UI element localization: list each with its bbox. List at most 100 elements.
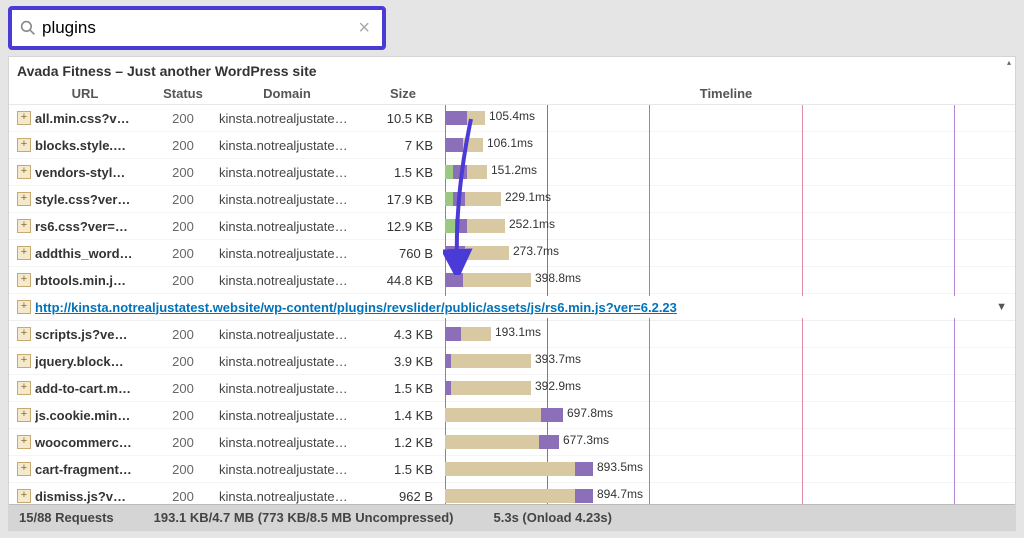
expand-icon[interactable]: + [17, 219, 31, 233]
cell-status: 200 [153, 462, 213, 477]
expand-icon[interactable]: + [17, 381, 31, 395]
cell-status: 200 [153, 327, 213, 342]
cell-url[interactable]: jquery.block… [35, 354, 153, 369]
cell-url[interactable]: add-to-cart.m… [35, 381, 153, 396]
cell-domain: kinsta.notrealjustate… [213, 354, 361, 369]
cell-timeline: 677.3ms [445, 432, 1007, 452]
full-url-link[interactable]: http://kinsta.notrealjustatest.website/w… [35, 300, 988, 315]
request-row[interactable]: +dismiss.js?v…200kinsta.notrealjustate…9… [9, 483, 1015, 504]
search-bar: × [8, 6, 1016, 50]
request-panel: Avada Fitness – Just another WordPress s… [8, 56, 1016, 531]
cell-status: 200 [153, 435, 213, 450]
cell-url[interactable]: rbtools.min.j… [35, 273, 153, 288]
request-rows: +all.min.css?v…200kinsta.notrealjustate…… [9, 105, 1015, 504]
request-row[interactable]: + cart-fragment…200kinsta.notrealjustate…… [9, 456, 1015, 483]
cell-url[interactable]: js.cookie.min… [35, 408, 153, 423]
request-row[interactable]: + jquery.block…200kinsta.notrealjustate… 3… [9, 348, 1015, 375]
status-requests: 15/88 Requests [19, 510, 114, 525]
cell-size: 17.9 KB [361, 192, 445, 207]
expand-icon[interactable]: + [17, 138, 31, 152]
header-domain[interactable]: Domain [213, 86, 361, 101]
cell-url[interactable]: rs6.css?ver=… [35, 219, 153, 234]
search-input[interactable] [42, 18, 354, 38]
cell-timeline: 229.1ms [445, 189, 1007, 209]
search-box[interactable]: × [8, 6, 386, 50]
cell-size: 1.5 KB [361, 165, 445, 180]
table-headers: URL Status Domain Size Timeline [9, 83, 1015, 105]
cell-status: 200 [153, 381, 213, 396]
expand-icon[interactable]: + [17, 435, 31, 449]
cell-domain: kinsta.notrealjustate… [213, 219, 361, 234]
cell-status: 200 [153, 354, 213, 369]
cell-url[interactable]: scripts.js?ve… [35, 327, 153, 342]
cell-url[interactable]: addthis_word… [35, 246, 153, 261]
request-row[interactable]: +vendors-styl…200kinsta.notrealjustate…1… [9, 159, 1015, 186]
expand-icon[interactable]: + [17, 246, 31, 260]
request-row[interactable]: + all.min.css?v…200kinsta.notrealjustate…… [9, 105, 1015, 132]
cell-url[interactable]: woocommerc… [35, 435, 153, 450]
cell-status: 200 [153, 165, 213, 180]
cell-status: 200 [153, 111, 213, 126]
request-row[interactable]: + woocommerc…200kinsta.notrealjustate…1.2… [9, 429, 1015, 456]
cell-url[interactable]: dismiss.js?v… [35, 489, 153, 504]
cell-size: 1.5 KB [361, 462, 445, 477]
cell-url[interactable]: vendors-styl… [35, 165, 153, 180]
cell-domain: kinsta.notrealjustate… [213, 489, 361, 504]
cell-domain: kinsta.notrealjustate… [213, 462, 361, 477]
cell-domain: kinsta.notrealjustate… [213, 192, 361, 207]
request-row[interactable]: +addthis_word…200kinsta.notrealjustate…7… [9, 240, 1015, 267]
cell-size: 12.9 KB [361, 219, 445, 234]
expanded-request-row[interactable]: + http://kinsta.notrealjustatest.website/… [9, 294, 1015, 321]
request-row[interactable]: +add-to-cart.m…200kinsta.notrealjustate…… [9, 375, 1015, 402]
cell-domain: kinsta.notrealjustate… [213, 246, 361, 261]
request-row[interactable]: +rbtools.min.j…200kinsta.notrealjustate…… [9, 267, 1015, 294]
request-row[interactable]: +js.cookie.min…200kinsta.notrealjustate…… [9, 402, 1015, 429]
cell-url[interactable]: cart-fragment… [35, 462, 153, 477]
cell-status: 200 [153, 192, 213, 207]
expand-icon[interactable]: + [17, 408, 31, 422]
cell-size: 44.8 KB [361, 273, 445, 288]
cell-domain: kinsta.notrealjustate… [213, 327, 361, 342]
cell-status: 200 [153, 273, 213, 288]
cell-size: 7 KB [361, 138, 445, 153]
cell-url[interactable]: style.css?ver… [35, 192, 153, 207]
header-size[interactable]: Size [361, 86, 445, 101]
request-row[interactable]: + style.css?ver…200kinsta.notrealjustate…… [9, 186, 1015, 213]
cell-domain: kinsta.notrealjustate… [213, 111, 361, 126]
cell-timeline: 252.1ms [445, 216, 1007, 236]
expand-icon[interactable]: + [17, 354, 31, 368]
expand-icon[interactable]: + [17, 489, 31, 503]
cell-status: 200 [153, 408, 213, 423]
expand-icon[interactable]: + [17, 165, 31, 179]
cell-timeline: 893.5ms [445, 459, 1007, 479]
header-url[interactable]: URL [17, 86, 153, 101]
scroll-up-icon[interactable]: ▴ [1005, 57, 1013, 67]
expand-icon[interactable]: + [17, 327, 31, 341]
clear-search-icon[interactable]: × [354, 17, 374, 40]
expand-icon[interactable]: + [17, 192, 31, 206]
cell-domain: kinsta.notrealjustate… [213, 435, 361, 450]
cell-timeline: 894.7ms [445, 486, 1007, 504]
cell-timeline: 398.8ms [445, 270, 1007, 290]
expand-icon[interactable]: + [17, 111, 31, 125]
cell-timeline: 273.7ms [445, 243, 1007, 263]
expand-icon[interactable]: + [17, 273, 31, 287]
cell-url[interactable]: blocks.style.… [35, 138, 153, 153]
expand-icon[interactable]: + [17, 300, 31, 314]
request-row[interactable]: +blocks.style.…200kinsta.notrealjustate…… [9, 132, 1015, 159]
cell-timeline: 106.1ms [445, 135, 1007, 155]
cell-size: 962 B [361, 489, 445, 504]
cell-size: 1.2 KB [361, 435, 445, 450]
vertical-scrollbar[interactable]: ▴ [1005, 57, 1013, 530]
cell-timeline: 393.7ms [445, 351, 1007, 371]
cell-size: 1.5 KB [361, 381, 445, 396]
search-icon [20, 20, 36, 36]
expand-icon[interactable]: + [17, 462, 31, 476]
header-timeline[interactable]: Timeline [445, 86, 1007, 101]
cell-timeline: 193.1ms [445, 324, 1007, 344]
status-time: 5.3s (Onload 4.23s) [494, 510, 613, 525]
request-row[interactable]: +rs6.css?ver=…200kinsta.notrealjustate…1… [9, 213, 1015, 240]
request-row[interactable]: + scripts.js?ve…200kinsta.notrealjustate…… [9, 321, 1015, 348]
header-status[interactable]: Status [153, 86, 213, 101]
cell-url[interactable]: all.min.css?v… [35, 111, 153, 126]
